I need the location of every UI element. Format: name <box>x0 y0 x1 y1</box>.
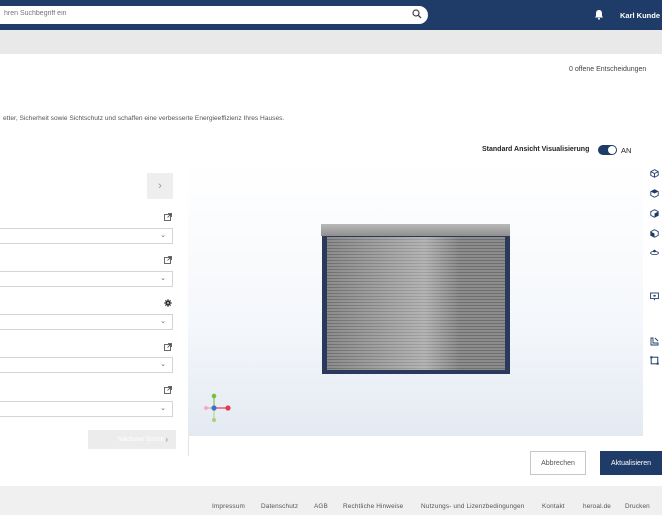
visualization-label: Standard Ansicht Visualisierung <box>482 146 590 153</box>
footer-link-heroal[interactable]: heroal.de <box>583 503 611 510</box>
measure-icon[interactable] <box>650 337 659 346</box>
footer: Impressum Datenschutz AGB Rechtliche Hin… <box>0 486 662 515</box>
chevron-down-icon: ⌄ <box>160 405 166 412</box>
cube-front-icon[interactable] <box>650 229 659 238</box>
toggle-knob <box>608 146 616 154</box>
cancel-button[interactable]: Abbrechen <box>530 451 586 475</box>
open-decisions-count[interactable]: 0 offene Entscheidungen <box>569 66 646 73</box>
axis-gizmo-icon[interactable] <box>200 392 240 426</box>
3d-viewer[interactable] <box>188 162 643 436</box>
footer-link-rechtliche-hinweise[interactable]: Rechtliche Hinweise <box>343 503 403 510</box>
search-input[interactable] <box>4 10 384 17</box>
footer-link-nutzungsbedingungen[interactable]: Nutzungs- und Lizenzbedingungen <box>421 503 524 510</box>
external-link-icon[interactable] <box>164 213 172 221</box>
search-bar <box>0 6 428 24</box>
external-link-icon[interactable] <box>164 386 172 394</box>
update-button[interactable]: Aktualisieren <box>600 451 662 475</box>
chevron-down-icon: ⌄ <box>160 232 166 239</box>
bell-icon[interactable] <box>594 9 604 20</box>
roller-shutter-model <box>321 224 510 374</box>
external-link-icon[interactable] <box>164 343 172 351</box>
option-select-5[interactable]: ⌄ <box>0 401 173 417</box>
option-select-3[interactable]: ⌄ <box>0 314 173 330</box>
cube-outline-icon[interactable] <box>650 169 659 178</box>
footer-link-impressum[interactable]: Impressum <box>212 503 245 510</box>
breadcrumb-bar <box>0 30 662 54</box>
footer-link-drucken[interactable]: Drucken <box>625 503 650 510</box>
next-step-button[interactable]: Nächster Schritt › <box>88 430 176 449</box>
chevron-down-icon: ⌄ <box>160 318 166 325</box>
product-description: etter, Sicherheit sowie Sichtschutz und … <box>3 115 285 122</box>
cube-top-icon[interactable] <box>650 189 659 198</box>
chevron-down-icon: ⌄ <box>160 361 166 368</box>
option-select-1[interactable]: ⌄ <box>0 228 173 244</box>
chevron-right-icon: › <box>165 435 168 444</box>
visualization-toggle[interactable] <box>598 145 617 155</box>
footer-link-agb[interactable]: AGB <box>314 503 328 510</box>
gear-icon[interactable] <box>164 299 172 307</box>
panel-next-arrow[interactable]: › <box>147 173 173 199</box>
divider <box>188 436 189 456</box>
toggle-state-label: AN <box>621 146 632 155</box>
frame-icon[interactable] <box>650 356 659 365</box>
screen-icon[interactable] <box>650 292 659 301</box>
option-select-2[interactable]: ⌄ <box>0 271 173 287</box>
top-navigation-bar: Karl Kunde ▾ <box>0 0 662 30</box>
footer-link-kontakt[interactable]: Kontakt <box>542 503 565 510</box>
external-link-icon[interactable] <box>164 256 172 264</box>
search-icon[interactable] <box>412 9 422 19</box>
user-menu[interactable]: Karl Kunde ▾ <box>620 11 662 20</box>
next-step-label: Nächster Schritt <box>118 436 165 443</box>
user-name: Karl Kunde <box>620 11 661 20</box>
chevron-down-icon: ⌄ <box>160 275 166 282</box>
option-select-4[interactable]: ⌄ <box>0 357 173 373</box>
footer-link-datenschutz[interactable]: Datenschutz <box>261 503 298 510</box>
orbit-icon[interactable] <box>650 248 659 257</box>
cube-side-icon[interactable] <box>650 209 659 218</box>
